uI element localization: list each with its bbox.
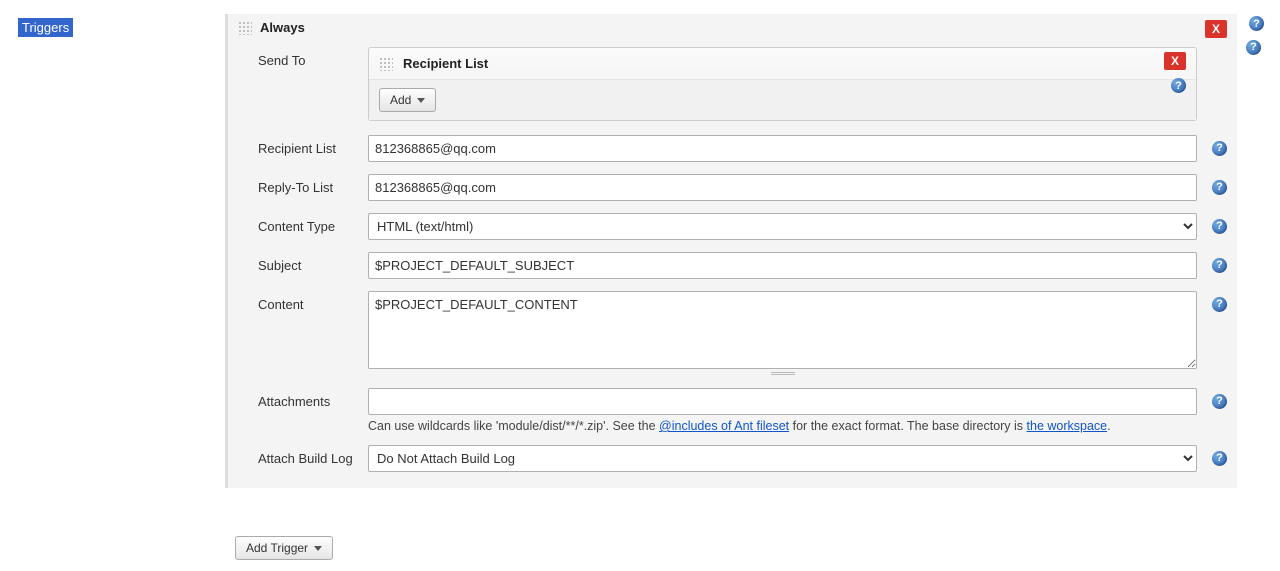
- attach-log-select[interactable]: Do Not Attach Build Log: [368, 445, 1197, 472]
- replyto-input[interactable]: [368, 174, 1197, 201]
- help-icon[interactable]: ?: [1212, 297, 1227, 312]
- content-textarea[interactable]: $PROJECT_DEFAULT_CONTENT: [368, 291, 1197, 369]
- label-sendto: Send To: [238, 47, 368, 68]
- label-replyto: Reply-To List: [238, 174, 368, 195]
- row-recipient-list: Recipient List ?: [238, 129, 1227, 168]
- row-replyto: Reply-To List ?: [238, 168, 1227, 207]
- recipient-list-input[interactable]: [368, 135, 1197, 162]
- trigger-title: Always: [260, 20, 305, 35]
- trigger-footer: Add Trigger: [225, 530, 343, 566]
- sendto-block: Recipient List X ? Add: [368, 47, 1197, 121]
- help-icon[interactable]: ?: [1212, 141, 1227, 156]
- label-attachments: Attachments: [238, 388, 368, 409]
- sendto-title: Recipient List: [403, 56, 488, 71]
- row-attachments: Attachments Can use wildcards like 'modu…: [238, 382, 1227, 439]
- help-icon[interactable]: ?: [1171, 78, 1186, 93]
- content-type-select[interactable]: HTML (text/html): [368, 213, 1197, 240]
- trigger-panel-always: Always X ? Send To Recipient List X ? A: [225, 14, 1237, 488]
- delete-trigger-button[interactable]: X: [1205, 20, 1227, 38]
- sendto-header: Recipient List X: [369, 48, 1196, 80]
- add-trigger-label: Add Trigger: [246, 541, 308, 555]
- label-content-type: Content Type: [238, 213, 368, 234]
- row-sendto: Send To Recipient List X ? Add: [238, 41, 1227, 129]
- label-content: Content: [238, 291, 368, 312]
- attachments-hint: Can use wildcards like 'module/dist/**/*…: [368, 415, 1197, 433]
- help-icon[interactable]: ?: [1246, 40, 1261, 55]
- help-icon[interactable]: ?: [1212, 394, 1227, 409]
- trigger-header: Always X: [228, 14, 1237, 41]
- hint-text: for the exact format. The base directory…: [789, 419, 1026, 433]
- drag-handle-icon[interactable]: [379, 57, 393, 71]
- help-icon[interactable]: ?: [1212, 219, 1227, 234]
- row-subject: Subject ?: [238, 246, 1227, 285]
- row-content-type: Content Type HTML (text/html) ?: [238, 207, 1227, 246]
- drag-handle-icon[interactable]: [238, 21, 252, 35]
- row-attach-log: Attach Build Log Do Not Attach Build Log…: [238, 439, 1227, 478]
- resize-grip-icon[interactable]: [771, 372, 795, 376]
- trigger-form: Send To Recipient List X ? Add: [228, 41, 1237, 488]
- subject-input[interactable]: [368, 252, 1197, 279]
- help-icon[interactable]: ?: [1212, 180, 1227, 195]
- attachments-input[interactable]: [368, 388, 1197, 415]
- hint-text: Can use wildcards like 'module/dist/**/*…: [368, 419, 659, 433]
- label-attach-log: Attach Build Log: [238, 445, 368, 466]
- help-icon[interactable]: ?: [1212, 451, 1227, 466]
- label-subject: Subject: [238, 252, 368, 273]
- add-trigger-button[interactable]: Add Trigger: [235, 536, 333, 560]
- add-recipient-button[interactable]: Add: [379, 88, 436, 112]
- help-icon[interactable]: ?: [1249, 16, 1264, 31]
- ant-includes-link[interactable]: @includes of Ant fileset: [659, 419, 789, 433]
- label-recipient-list: Recipient List: [238, 135, 368, 156]
- delete-sendto-button[interactable]: X: [1164, 52, 1186, 70]
- add-recipient-label: Add: [390, 93, 411, 107]
- caret-down-icon: [314, 546, 322, 551]
- triggers-section-label: Triggers: [18, 18, 73, 37]
- row-content: Content $PROJECT_DEFAULT_CONTENT ?: [238, 285, 1227, 382]
- caret-down-icon: [417, 98, 425, 103]
- hint-text: .: [1107, 419, 1110, 433]
- workspace-link[interactable]: the workspace: [1027, 419, 1108, 433]
- help-icon[interactable]: ?: [1212, 258, 1227, 273]
